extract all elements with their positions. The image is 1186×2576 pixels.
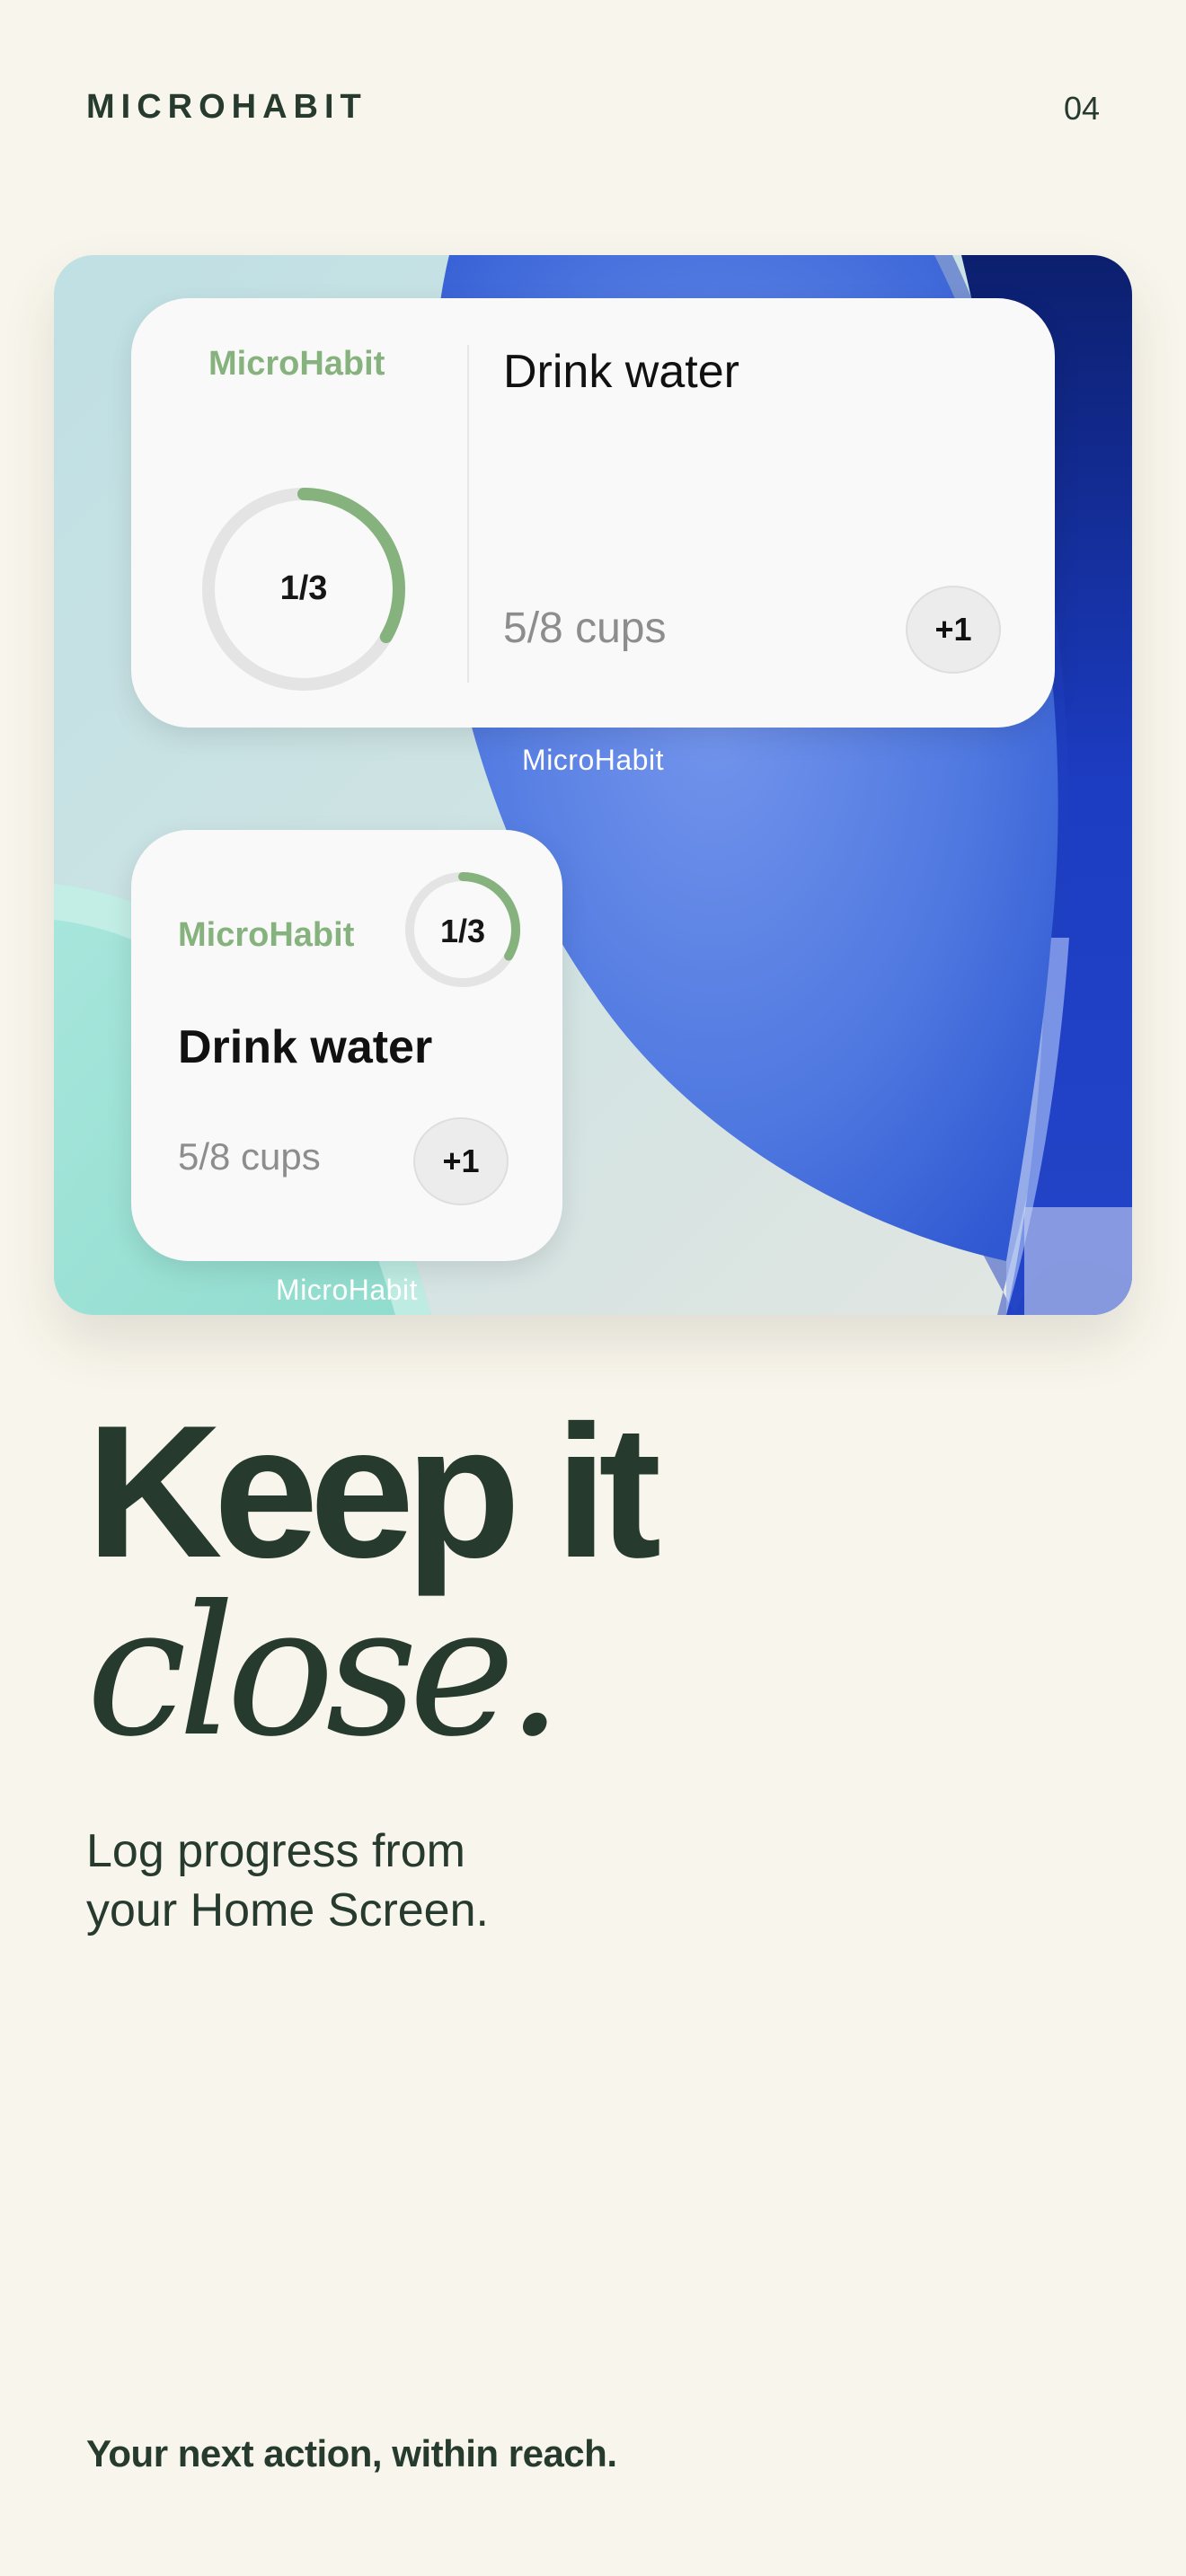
widget-brand-label: MicroHabit: [178, 916, 355, 954]
widget-brand-label: MicroHabit: [208, 345, 385, 383]
page-number: 04: [1063, 90, 1100, 127]
headline-line-2: close.: [86, 1567, 563, 1777]
increment-button[interactable]: +1: [906, 586, 1001, 674]
habit-title: Drink water: [503, 346, 739, 398]
subtitle-line-1: Log progress from: [86, 1825, 465, 1877]
progress-text: 1/3: [439, 913, 486, 949]
habit-title: Drink water: [178, 1021, 433, 1073]
subtitle: Log progress from your Home Screen.: [86, 1822, 715, 1940]
habit-cups-count: 5/8 cups: [503, 604, 667, 652]
habit-cups-count: 5/8 cups: [178, 1135, 321, 1178]
hero-wallpaper-preview: MicroHabit 1/3 Drink water 5/8 cups +1 M…: [54, 255, 1132, 1315]
small-habit-widget[interactable]: MicroHabit 1/3 Drink water 5/8 cups +1: [131, 830, 562, 1261]
progress-text: 1/3: [279, 569, 328, 607]
headline-line-1: Keep it: [86, 1386, 661, 1597]
widget-caption: MicroHabit: [522, 744, 664, 776]
tagline: Your next action, within reach.: [86, 2432, 617, 2475]
increment-button[interactable]: +1: [413, 1117, 509, 1205]
subtitle-line-2: your Home Screen.: [86, 1884, 489, 1936]
widget-divider: [467, 345, 469, 683]
medium-habit-widget[interactable]: MicroHabit 1/3 Drink water 5/8 cups +1: [131, 298, 1055, 728]
app-brand: MICROHABIT: [86, 88, 367, 126]
widget-caption: MicroHabit: [276, 1274, 418, 1306]
